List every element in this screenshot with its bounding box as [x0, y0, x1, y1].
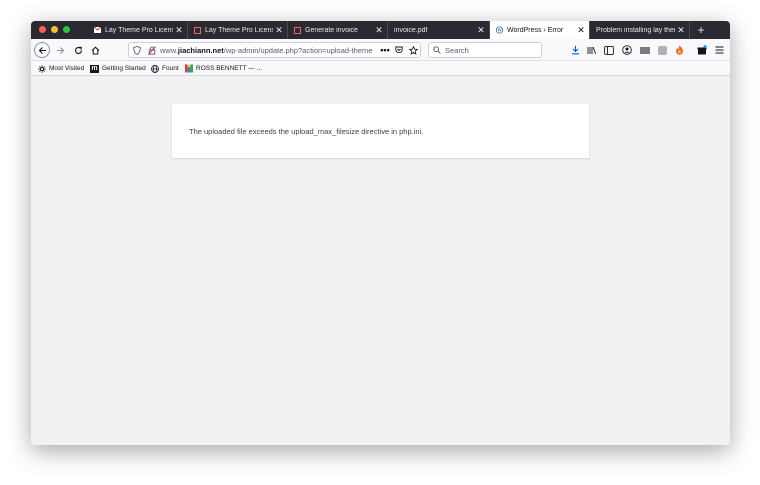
tab-bar: Lay Theme Pro License ✕ Lay Theme Pro Li… [31, 21, 730, 39]
tab-label: Problem installing lay theme [596, 26, 675, 34]
close-tab-icon[interactable]: ✕ [475, 25, 487, 36]
library-button[interactable] [585, 42, 599, 58]
color-bars-icon [185, 64, 193, 73]
url-path: /wp-admin/update.php?action=upload-theme [223, 45, 373, 55]
bookmark-label: Fount [162, 65, 179, 72]
url-domain: jiachiann.net [177, 45, 224, 55]
tab-label: invoice.pdf [394, 26, 428, 34]
tracking-protection-shield-icon[interactable] [129, 45, 145, 55]
bookmark-getting-started[interactable]: m Getting Started [90, 61, 146, 76]
m-logo-icon: m [90, 64, 99, 73]
bars-extension-icon [640, 46, 650, 54]
home-button[interactable] [87, 42, 103, 58]
tab-label: Lay Theme Pro License [105, 26, 173, 34]
bookmarks-toolbar: Most Visited m Getting Started Fount ROS… [31, 61, 730, 76]
extensions-puzzle-button[interactable] [695, 42, 709, 58]
bookmark-label: Most Visited [49, 65, 85, 72]
extension-grid-button[interactable] [638, 42, 652, 58]
navigation-bar: www.jiachiann.net/wp-admin/update.php?ac… [31, 39, 730, 61]
bookmark-fount[interactable]: Fount [151, 61, 179, 76]
zoom-window-button[interactable] [63, 26, 70, 33]
account-icon [622, 45, 632, 55]
tab-lay-theme-license-2[interactable]: Lay Theme Pro License ✕ [188, 21, 288, 39]
tab-generate-invoice[interactable]: Generate invoice ✕ [288, 21, 388, 39]
error-message: The uploaded file exceeds the upload_max… [189, 126, 424, 136]
reload-button[interactable] [70, 42, 86, 58]
home-icon [91, 46, 99, 54]
page-icon [194, 26, 201, 34]
arrow-left-icon [38, 46, 46, 54]
bookmark-label: Getting Started [102, 65, 146, 72]
forward-button[interactable] [52, 42, 68, 58]
search-placeholder: Search [445, 45, 469, 55]
account-button[interactable] [620, 42, 634, 58]
close-tab-icon[interactable]: ✕ [173, 25, 185, 36]
search-box[interactable]: Search [428, 42, 542, 58]
tab-label: Lay Theme Pro License [205, 26, 273, 34]
close-tab-icon[interactable]: ✕ [675, 25, 687, 36]
tab-problem-installing[interactable]: Problem installing lay theme ✕ [590, 21, 690, 39]
address-bar[interactable]: www.jiachiann.net/wp-admin/update.php?ac… [128, 42, 421, 58]
tab-lay-theme-license-1[interactable]: Lay Theme Pro License ✕ [88, 21, 188, 39]
arrow-right-icon [56, 46, 64, 54]
close-tab-icon[interactable]: ✕ [273, 25, 285, 36]
globe-icon [151, 64, 159, 73]
close-tab-icon[interactable]: ✕ [575, 25, 587, 36]
hamburger-menu-icon [715, 46, 723, 54]
close-tab-icon[interactable]: ✕ [373, 25, 385, 36]
bookmark-most-visited[interactable]: Most Visited [38, 61, 84, 76]
browser-window: Lay Theme Pro License ✕ Lay Theme Pro Li… [31, 21, 730, 445]
page-content: The uploaded file exceeds the upload_max… [31, 76, 730, 445]
downloads-button[interactable] [568, 42, 582, 58]
sidebar-button[interactable] [602, 42, 616, 58]
wordpress-icon: W [496, 26, 503, 34]
library-icon [587, 46, 597, 54]
close-window-button[interactable] [39, 26, 46, 33]
new-tab-button[interactable]: + [693, 21, 709, 39]
error-box: The uploaded file exceeds the upload_max… [172, 104, 589, 158]
sidebar-icon [604, 45, 614, 55]
app-menu-button[interactable] [712, 42, 726, 58]
tab-invoice-pdf[interactable]: invoice.pdf ✕ [388, 21, 490, 39]
back-button[interactable] [34, 42, 50, 58]
svg-text:W: W [497, 28, 502, 33]
bookmark-ross-bennett[interactable]: ROSS BENNETT — ... [185, 61, 262, 76]
gear-icon [38, 64, 46, 73]
tab-label: Generate invoice [305, 26, 358, 34]
extension-gray-button[interactable]: ​ [655, 42, 669, 58]
pocket-icon[interactable] [392, 46, 406, 54]
tab-wordpress-error[interactable]: W WordPress › Error ✕ [490, 21, 590, 39]
page-actions-menu-icon[interactable]: ••• [378, 45, 392, 55]
extension-fire-button[interactable] [672, 42, 686, 58]
gmail-icon [94, 27, 101, 34]
tab-label: WordPress › Error [507, 26, 564, 34]
url-text: www.jiachiann.net/wp-admin/update.php?ac… [160, 46, 378, 55]
reload-icon [74, 46, 82, 54]
bookmark-label: ROSS BENNETT — ... [196, 65, 262, 72]
gift-extension-icon [697, 45, 707, 55]
minimize-window-button[interactable] [51, 26, 58, 33]
page-icon [294, 26, 301, 34]
fire-icon [675, 45, 683, 55]
url-prefix: www. [160, 45, 178, 55]
insecure-lock-icon[interactable] [145, 45, 158, 55]
download-arrow-icon [571, 45, 579, 55]
search-icon [433, 46, 441, 54]
extension-letter-icon: ​ [657, 45, 667, 55]
bookmark-star-icon[interactable] [406, 45, 420, 55]
